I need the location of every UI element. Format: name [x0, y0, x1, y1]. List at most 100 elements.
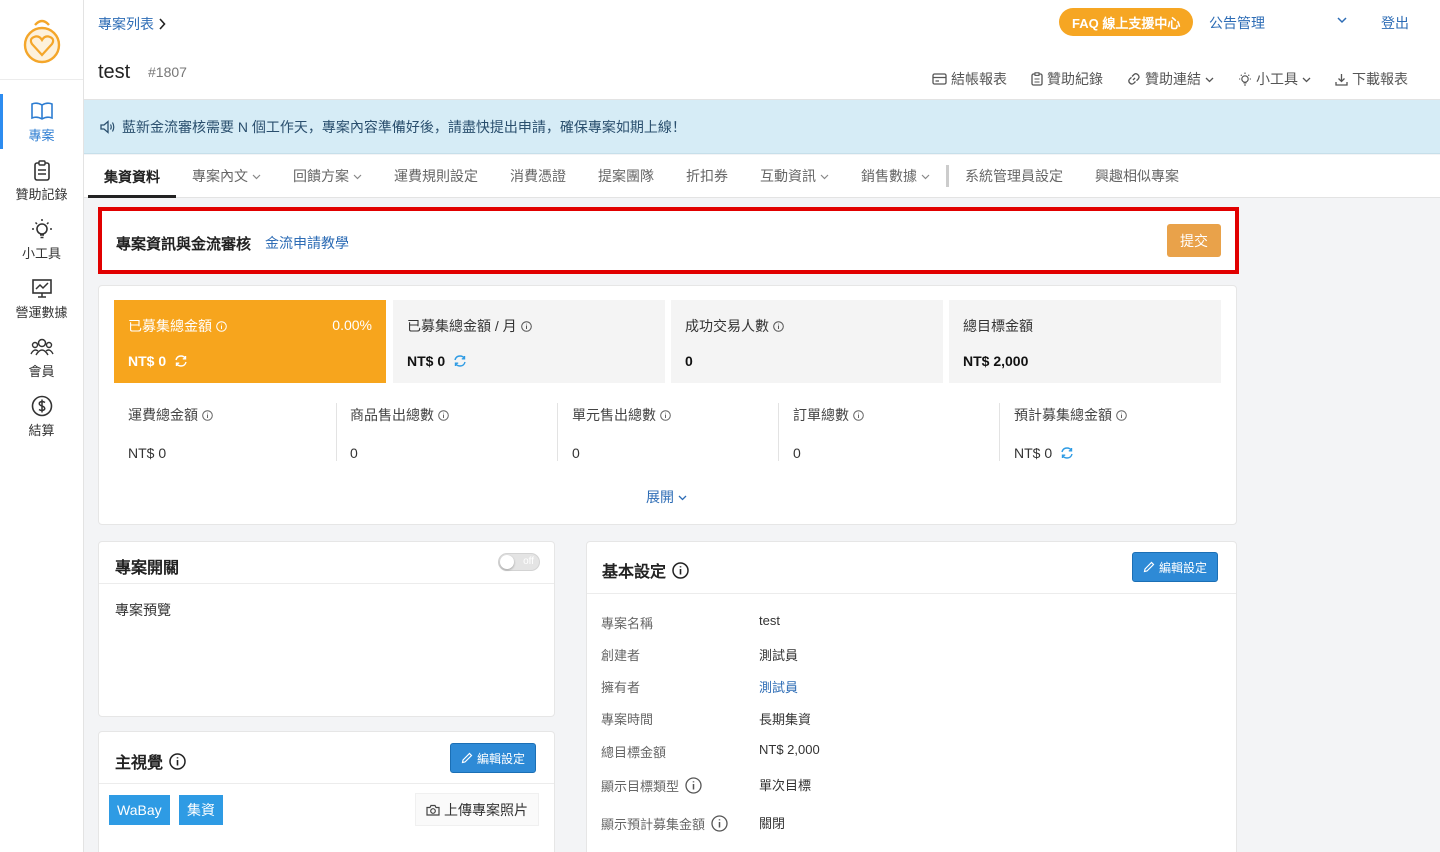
lightbulb-icon: [31, 217, 53, 241]
sidebar-item-sponsor-records[interactable]: 贊助記錄: [0, 151, 83, 210]
basic-settings-title: 基本設定: [602, 558, 689, 582]
setting-value-project-name: test: [759, 613, 780, 628]
setting-label-goal-type: 顯示目標類型: [601, 776, 702, 795]
chevron-right-icon: [159, 18, 166, 30]
clipboard-icon: [1031, 72, 1043, 86]
tab-admin-settings[interactable]: 系統管理員設定: [949, 155, 1079, 197]
stat-monthly-raised: 已募集總金額 / 月 NT$ 0: [393, 300, 665, 383]
pencil-icon: [461, 752, 473, 764]
info-icon: [672, 561, 689, 579]
main-visual-edit-button[interactable]: 編輯設定: [450, 743, 537, 773]
project-switch-toggle[interactable]: off: [498, 553, 540, 571]
pencil-icon: [1143, 561, 1155, 573]
sponsor-records-button[interactable]: 贊助紀錄: [1031, 69, 1103, 89]
tab-sales-data[interactable]: 銷售數據: [845, 155, 946, 197]
card-icon: [932, 73, 947, 85]
info-icon: [216, 320, 227, 332]
submit-button[interactable]: 提交: [1167, 224, 1221, 257]
sub-stat-orders: 訂單總數 0: [793, 405, 1013, 461]
book-icon: [30, 99, 53, 123]
dollar-icon: [31, 394, 53, 418]
setting-value-project-time: 長期集資: [759, 712, 812, 727]
tab-similar-projects[interactable]: 興趣相似專案: [1079, 155, 1195, 197]
announcement-link[interactable]: 公告管理: [1209, 13, 1265, 33]
sidebar-item-analytics[interactable]: 營運數據: [0, 269, 83, 328]
chevron-down-icon: [921, 174, 930, 179]
refresh-icon[interactable]: [453, 354, 467, 368]
setting-value-show-projected: 關閉: [759, 816, 786, 831]
speaker-icon: [100, 119, 115, 134]
chevron-down-icon: [820, 174, 829, 179]
expand-button[interactable]: 展開: [646, 487, 687, 507]
tab-coupons[interactable]: 折扣券: [670, 155, 744, 197]
chevron-down-icon: [353, 174, 362, 179]
tab-project-content[interactable]: 專案內文: [176, 155, 277, 197]
stat-goal-amount: 總目標金額 NT$ 2,000: [949, 300, 1221, 383]
setting-label-project-name: 專案名稱: [601, 616, 654, 631]
logout-link[interactable]: 登出: [1381, 13, 1409, 33]
sub-stat-units-sold: 單元售出總數 0: [572, 405, 792, 461]
sub-stat-projected-total: 預計募集總金額 NT$ 0: [1014, 405, 1234, 461]
info-icon: [202, 409, 213, 421]
sidebar-item-label: 會員: [28, 364, 55, 379]
tab-funding-data[interactable]: 集資資料: [88, 155, 176, 198]
header: 專案列表 FAQ 線上支援中心 公告管理 登出 test #1807 結帳報表 …: [84, 0, 1440, 100]
payment-tutorial-link[interactable]: 金流申請教學: [265, 233, 349, 253]
faq-support-button[interactable]: FAQ 線上支援中心: [1059, 8, 1194, 36]
setting-label-owner: 擁有者: [601, 680, 641, 695]
breadcrumb-project-list[interactable]: 專案列表: [98, 14, 154, 34]
chevron-down-icon: [678, 495, 687, 500]
basic-settings-card: 基本設定 編輯設定 專案名稱 test 創建者 測試員 擁有者 測試員 專案時間…: [586, 541, 1237, 852]
tag-wabay: WaBay: [109, 795, 170, 825]
sidebar-item-settlement[interactable]: 結算: [0, 387, 83, 446]
refresh-icon[interactable]: [1060, 446, 1074, 460]
tab-team[interactable]: 提案團隊: [582, 155, 670, 197]
main-visual-title: 主視覺: [115, 749, 186, 773]
project-switch-title: 專案開關: [115, 560, 180, 577]
tab-reward-plans[interactable]: 回饋方案: [277, 155, 378, 197]
refresh-icon[interactable]: [174, 354, 188, 368]
info-icon: [1116, 409, 1127, 421]
tab-vouchers[interactable]: 消費憑證: [494, 155, 582, 197]
divider: [336, 403, 337, 461]
info-icon: [711, 815, 728, 832]
checkout-report-button[interactable]: 結帳報表: [932, 69, 1007, 89]
setting-label-show-projected: 顯示預計募集金額: [601, 814, 728, 833]
toggle-knob: [500, 555, 514, 569]
review-section: 專案資訊與金流審核 金流申請教學 提交: [98, 207, 1239, 274]
info-icon: [169, 752, 186, 770]
project-preview-link[interactable]: 專案預覽: [115, 600, 171, 620]
tools-dropdown[interactable]: 小工具: [1238, 69, 1311, 89]
sidebar-item-tools[interactable]: 小工具: [0, 210, 83, 269]
setting-value-creator: 測試員: [759, 648, 799, 663]
stat-percent: 0.00%: [332, 317, 372, 333]
upload-photo-button[interactable]: 上傳專案照片: [415, 793, 539, 826]
download-report-button[interactable]: 下載報表: [1335, 69, 1408, 89]
setting-label-creator: 創建者: [601, 648, 641, 663]
tab-interaction[interactable]: 互動資訊: [744, 155, 845, 197]
sidebar-item-project[interactable]: 專案: [0, 92, 83, 151]
toggle-state: off: [523, 556, 534, 567]
review-title: 專案資訊與金流審核: [116, 236, 252, 253]
sponsor-link-dropdown[interactable]: 贊助連結: [1127, 69, 1214, 89]
sidebar-item-label: 專案: [28, 128, 55, 143]
info-icon: [853, 409, 864, 421]
breadcrumb[interactable]: 專案列表: [98, 14, 166, 34]
tab-shipping-rules[interactable]: 運費規則設定: [378, 155, 494, 197]
info-icon: [773, 320, 784, 332]
chart-icon: [31, 276, 52, 300]
sidebar-item-members[interactable]: 會員: [0, 328, 83, 387]
download-icon: [1335, 73, 1348, 86]
info-icon: [438, 409, 449, 421]
link-icon: [1128, 73, 1140, 85]
sidebar-item-label: 結算: [28, 423, 55, 438]
main-visual-card: 主視覺 編輯設定 WaBay 集資 上傳專案照片: [98, 731, 555, 852]
sub-stat-products-sold: 商品售出總數 0: [350, 405, 570, 461]
sidebar: 專案 贊助記錄 小工具 營運數據 會員 結算: [0, 0, 84, 852]
setting-value-goal-type: 單次目標: [759, 778, 812, 793]
divider: [999, 403, 1000, 461]
setting-value-owner-link[interactable]: 測試員: [759, 677, 798, 696]
chevron-down-icon[interactable]: [1337, 16, 1347, 24]
basic-settings-edit-button[interactable]: 編輯設定: [1132, 552, 1219, 582]
logo[interactable]: [0, 0, 83, 80]
